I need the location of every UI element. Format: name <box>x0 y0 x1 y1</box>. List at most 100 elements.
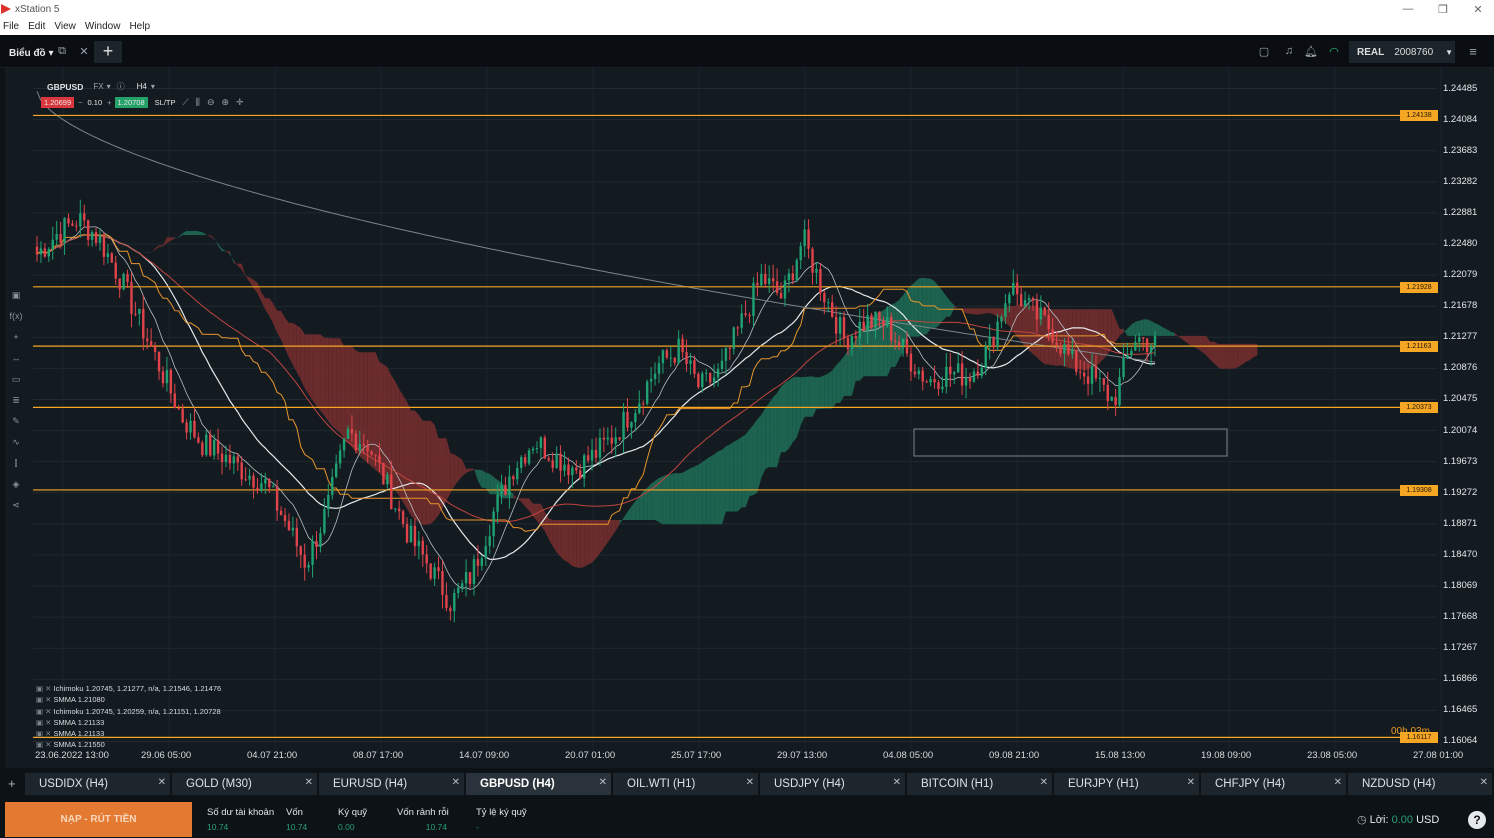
market-label[interactable]: FX <box>93 82 103 91</box>
candle-body <box>1063 344 1066 354</box>
level-price-tag[interactable]: 1.16117 <box>1400 732 1438 744</box>
menu-help[interactable]: Help <box>129 21 150 32</box>
legend-item[interactable]: Ichimoku 1.20745, 1.21277, n/a, 1.21546,… <box>36 683 222 694</box>
level-price-tag[interactable]: 1.21163 <box>1400 341 1438 353</box>
xstation-app: xStation 5 — ❐ ✕ File Edit View Window H… <box>0 0 1494 838</box>
measure-icon[interactable]: ⫿ <box>8 458 24 479</box>
close-icon[interactable]: ✕ <box>305 777 313 788</box>
info-icon[interactable]: ⓘ <box>117 81 125 92</box>
minimize-button[interactable]: — <box>1390 0 1426 18</box>
legend-item[interactable]: SMMA 1.21080 <box>36 694 221 705</box>
candle-body <box>216 440 220 454</box>
wave-icon[interactable]: ∿ <box>8 437 24 458</box>
arrow-line-icon[interactable]: ↔ <box>8 353 24 374</box>
cloud-segment <box>1009 306 1014 332</box>
instrument-tab[interactable]: GOLD (M30) ✕ <box>172 773 317 795</box>
price-chart[interactable] <box>5 68 1494 768</box>
bell-icon[interactable]: 🔔︎ <box>1303 43 1319 59</box>
chevron-down-icon[interactable]: ▾ <box>151 82 155 91</box>
timeframe-label[interactable]: H4 <box>137 82 147 91</box>
crosshair-icon[interactable]: ✛ <box>236 97 244 108</box>
deposit-withdraw-button[interactable]: NẠP - RÚT TIỀN <box>5 802 192 837</box>
rectangle-icon[interactable]: ▭ <box>8 374 24 395</box>
time-tick-label: 04.07 21:00 <box>247 750 298 761</box>
cloud-segment <box>261 292 266 310</box>
maximize-button[interactable]: ❐ <box>1425 0 1461 18</box>
buy-price-button[interactable]: 1.20708 <box>114 97 148 108</box>
account-mode: REAL <box>1357 46 1385 58</box>
instrument-tab[interactable]: USDIDX (H4) ✕ <box>25 773 170 795</box>
add-tab-button[interactable]: + <box>94 41 122 63</box>
account-selector[interactable]: REAL 2008760 ▼ <box>1349 41 1455 63</box>
close-icon[interactable]: ✕ <box>1040 777 1048 788</box>
sell-price-button[interactable]: 1.20699 <box>41 97 75 108</box>
help-button[interactable]: ? <box>1468 811 1486 829</box>
instrument-tab-active[interactable]: GBPUSD (H4) ✕ <box>466 773 611 795</box>
instrument-tab[interactable]: USDJPY (H4) ✕ <box>760 773 905 795</box>
candles-icon[interactable]: ⫼ <box>196 97 200 108</box>
menu-window[interactable]: Window <box>85 21 121 32</box>
level-price-tag[interactable]: 1.24138 <box>1400 110 1438 122</box>
pen-icon[interactable]: ✎ <box>8 416 24 437</box>
cloud-segment <box>438 438 443 516</box>
level-price-tag[interactable]: 1.20373 <box>1400 402 1438 414</box>
close-icon[interactable]: ✕ <box>158 777 166 788</box>
zoom-in-icon[interactable]: ⊕ <box>221 97 229 108</box>
sltp-button[interactable]: SL/TP <box>155 98 176 107</box>
share-icon[interactable]: ⋖ <box>8 500 24 521</box>
instrument-tab[interactable]: CHFJPY (H4) ✕ <box>1201 773 1346 795</box>
close-icon[interactable]: ✕ <box>1187 777 1195 788</box>
close-icon[interactable]: ✕ <box>893 777 901 788</box>
screen-icon[interactable]: ▣ <box>8 290 24 311</box>
menu-view[interactable]: View <box>54 21 76 32</box>
price-tick-label: 1.23282 <box>1443 175 1478 187</box>
menu-edit[interactable]: Edit <box>28 21 45 32</box>
level-price-tag[interactable]: 1.19308 <box>1400 484 1438 496</box>
close-icon[interactable]: ✕ <box>1480 777 1488 788</box>
candle-body <box>189 420 192 433</box>
fibonacci-icon[interactable]: ≣ <box>8 395 24 416</box>
close-tab-icon[interactable]: ✕ <box>76 43 92 59</box>
instrument-tab[interactable]: EURJPY (H1) ✕ <box>1054 773 1199 795</box>
symbol-label[interactable]: GBPUSD <box>47 82 83 92</box>
instrument-tab[interactable]: NZDUSD (H4) ✕ <box>1348 773 1492 795</box>
cloud-segment <box>1221 343 1226 369</box>
volume-input[interactable]: 0.10 <box>88 98 103 107</box>
account-footer: NẠP - RÚT TIỀN Số dư tài khoản 10.74 Vốn 1… <box>0 799 1494 838</box>
sound-icon[interactable]: ♫ <box>1281 43 1297 59</box>
chart-panel[interactable]: GBPUSD FX ▾ ⓘ H4 ▾ 1.20699 − 0.10 + 1.20… <box>5 68 1494 768</box>
legend-item[interactable]: SMMA 1.21133 <box>36 717 221 728</box>
legend-item[interactable]: Ichimoku 1.20745, 1.20259, n/a, 1.21151,… <box>36 706 221 717</box>
chevron-down-icon[interactable]: ▾ <box>107 82 111 91</box>
hamburger-menu-icon[interactable]: ≡ <box>1465 43 1481 59</box>
legend-item[interactable]: SMMA 1.21133 <box>36 728 221 739</box>
plus-button[interactable]: + <box>107 98 111 107</box>
instrument-tab[interactable]: BITCOIN (H1) ✕ <box>907 773 1052 795</box>
instrument-tab[interactable]: EURUSD (H4) ✕ <box>319 773 464 795</box>
menu-file[interactable]: File <box>3 21 19 32</box>
zoom-out-icon[interactable]: ⊖ <box>207 97 215 108</box>
cross-icon[interactable]: + <box>8 332 24 353</box>
close-icon[interactable]: ✕ <box>599 777 607 788</box>
instrument-tab[interactable]: OIL.WTI (H1) ✕ <box>613 773 758 795</box>
add-instrument-icon[interactable]: + <box>8 776 16 791</box>
free-margin-field: Vốn rảnh rỗi 10.74 <box>397 807 449 832</box>
function-icon[interactable]: f(x) <box>8 311 24 332</box>
minus-button[interactable]: − <box>78 98 82 107</box>
close-icon[interactable]: ✕ <box>452 777 460 788</box>
popout-icon[interactable]: ⧉ <box>54 43 70 59</box>
close-icon[interactable]: ✕ <box>1334 777 1342 788</box>
cloud-segment <box>761 408 766 479</box>
cloud-segment <box>257 282 262 302</box>
layout-icon[interactable]: ▢ <box>1256 43 1272 59</box>
level-price-tag[interactable]: 1.21928 <box>1400 281 1438 293</box>
close-window-button[interactable]: ✕ <box>1460 0 1494 18</box>
candle-body <box>409 525 413 543</box>
close-icon[interactable]: ✕ <box>746 777 754 788</box>
candle-body <box>610 437 613 444</box>
line-chart-icon[interactable]: ⟋ <box>182 97 188 108</box>
candle-body <box>953 372 956 375</box>
cloud-segment <box>1068 309 1073 369</box>
chart-tab-label[interactable]: Biểu đồ ▾ <box>9 48 53 59</box>
layers-icon[interactable]: ◈ <box>8 479 24 500</box>
